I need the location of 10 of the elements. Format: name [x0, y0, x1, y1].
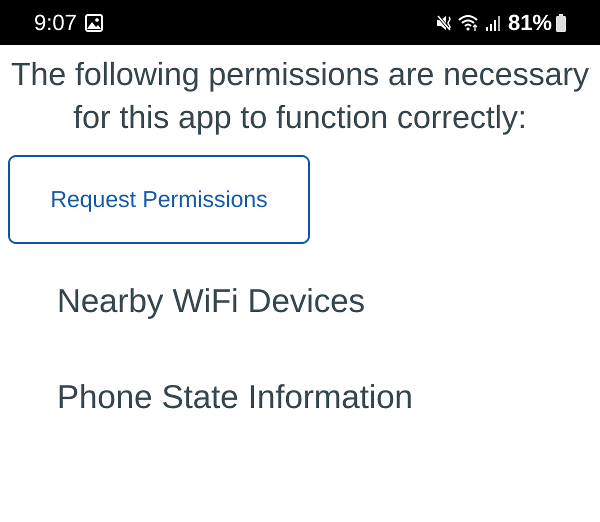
battery-percentage: 81% — [508, 9, 552, 37]
request-permissions-button[interactable]: Request Permissions — [8, 155, 310, 244]
mute-icon — [436, 14, 454, 32]
signal-icon — [486, 14, 500, 32]
permission-label: Phone State Information — [57, 376, 414, 416]
image-icon — [84, 14, 103, 32]
permission-label: Nearby WiFi Devices — [57, 281, 366, 321]
heading: The following permissions are necessary for this app to function correctly: — [10, 55, 590, 137]
clock: 9:07 — [34, 9, 77, 37]
battery-icon — [556, 14, 566, 32]
